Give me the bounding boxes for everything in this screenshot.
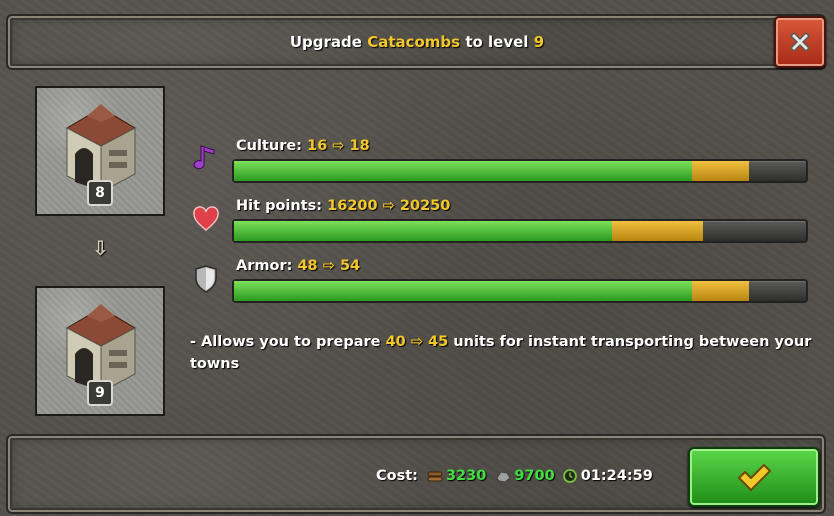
cost-time: 01:24:59 bbox=[580, 468, 653, 484]
stat-to: 54 bbox=[339, 258, 361, 274]
target-level: 9 bbox=[533, 33, 545, 51]
checkmark-icon bbox=[738, 464, 771, 491]
progress-bar-culture bbox=[232, 159, 808, 183]
stat-to: 18 bbox=[349, 138, 370, 154]
progress-bar-hit-points bbox=[232, 219, 808, 243]
stone-icon bbox=[496, 471, 511, 483]
stat-arrow-icon: ⇨ bbox=[322, 258, 335, 274]
upgrade-arrow-icon: ⇩ bbox=[92, 236, 109, 260]
clock-icon bbox=[562, 469, 577, 483]
desc-arrow-icon: ⇨ bbox=[410, 334, 423, 350]
cost-stone: 9700 bbox=[514, 468, 555, 484]
progress-bar-armor bbox=[232, 279, 808, 303]
wood-icon bbox=[427, 471, 443, 482]
music-note-icon bbox=[192, 144, 220, 174]
stat-arrow-icon: ⇨ bbox=[382, 198, 395, 214]
stat-name: Hit points: bbox=[236, 198, 323, 214]
close-button[interactable] bbox=[774, 16, 826, 68]
building-name: Catacombs bbox=[367, 33, 461, 51]
progress-current bbox=[234, 281, 692, 301]
stat-to: 20250 bbox=[399, 198, 451, 214]
desc-prefix: - Allows you to prepare bbox=[190, 334, 381, 350]
close-icon bbox=[789, 31, 811, 53]
next-level-badge: 9 bbox=[87, 380, 113, 406]
heart-icon bbox=[192, 204, 220, 234]
title-prefix: Upgrade bbox=[289, 33, 362, 51]
stat-arrow-icon: ⇨ bbox=[332, 138, 345, 154]
progress-current bbox=[234, 161, 692, 181]
cost-row: Cost: 3230 9700 01:24:59 bbox=[376, 468, 653, 484]
shield-icon bbox=[192, 264, 220, 294]
stat-name: Armor: bbox=[236, 258, 293, 274]
page-title: Upgrade Catacombs to level 9 bbox=[0, 33, 834, 51]
stat-from: 16200 bbox=[327, 198, 378, 214]
cost-wood: 3230 bbox=[445, 468, 487, 484]
desc-from: 40 bbox=[385, 334, 406, 350]
desc-to: 45 bbox=[428, 334, 449, 350]
progress-current bbox=[234, 221, 612, 241]
stat-from: 48 bbox=[297, 258, 318, 274]
stat-label-hit-points: Hit points: 16200 ⇨ 20250 bbox=[236, 198, 450, 214]
confirm-upgrade-button[interactable] bbox=[688, 447, 820, 507]
upgrade-description: - Allows you to prepare 40 ⇨ 45 units fo… bbox=[190, 331, 830, 375]
stat-label-armor: Armor: 48 ⇨ 54 bbox=[236, 258, 360, 274]
cost-label: Cost: bbox=[376, 468, 418, 484]
stat-name: Culture: bbox=[236, 138, 302, 154]
stat-from: 16 bbox=[307, 138, 328, 154]
current-level-badge: 8 bbox=[87, 180, 113, 206]
stat-label-culture: Culture: 16 ⇨ 18 bbox=[236, 138, 370, 154]
title-mid: to level bbox=[465, 33, 529, 51]
